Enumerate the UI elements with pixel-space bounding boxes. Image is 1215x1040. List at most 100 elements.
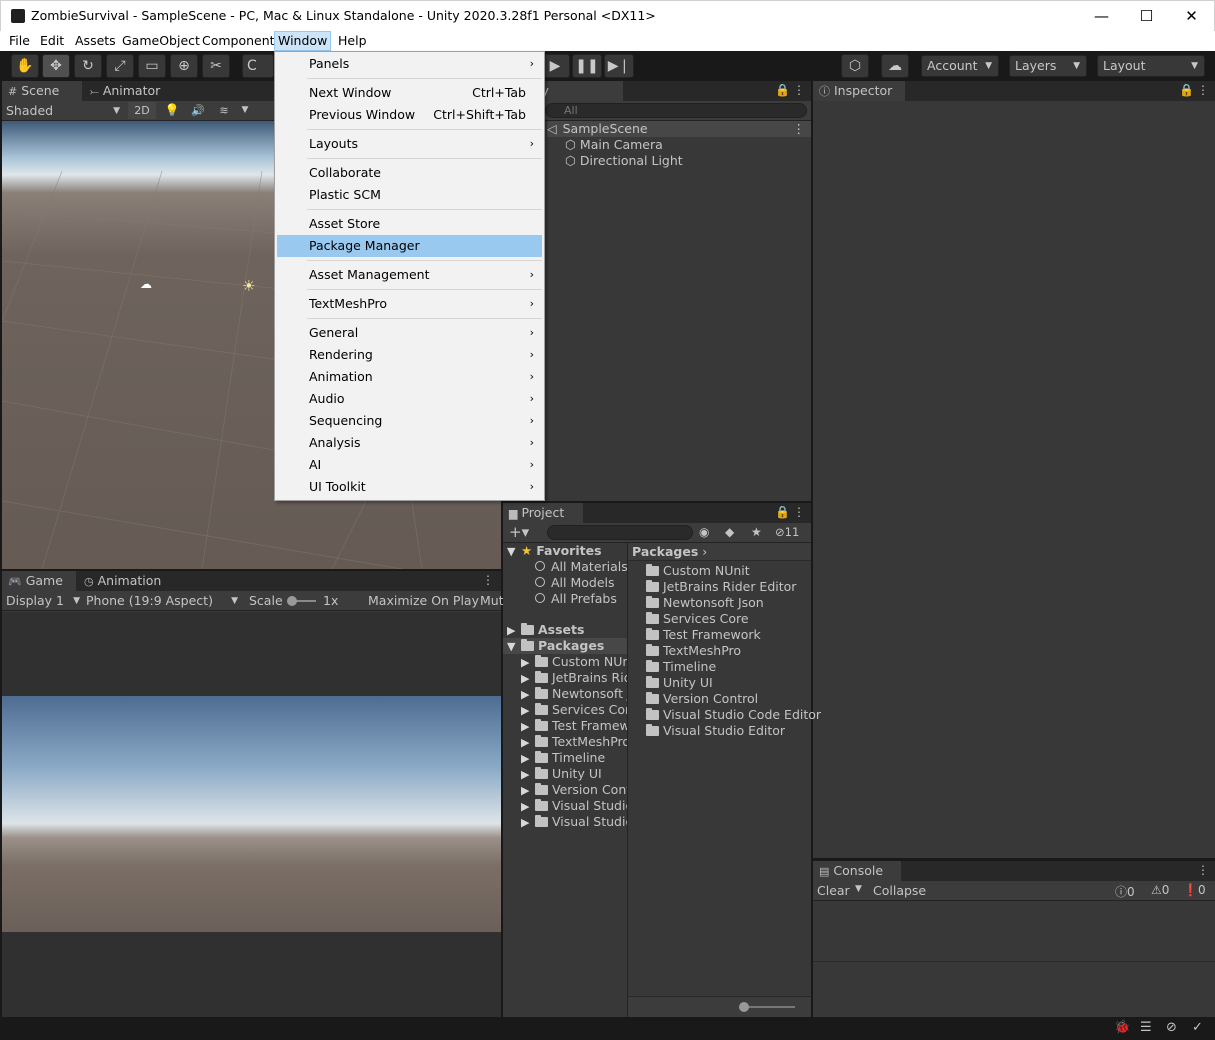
list-item[interactable]: All Prefabs: [535, 591, 617, 607]
lock-icon[interactable]: 🔒: [1179, 83, 1194, 97]
tab-animation[interactable]: ◷ Animation: [78, 571, 178, 591]
clear-button[interactable]: Clear: [817, 883, 850, 898]
lighting-icon[interactable]: 💡: [162, 102, 182, 119]
tab-inspector[interactable]: ⓘ Inspector: [813, 81, 905, 101]
step-button[interactable]: ▶❘: [604, 54, 634, 78]
menu-item-rendering[interactable]: Rendering ›: [277, 344, 542, 366]
search-by-type-icon[interactable]: ◉: [699, 525, 709, 539]
log-count-toggle[interactable]: ⓘ0: [1115, 883, 1135, 900]
custom-tool-icon[interactable]: ✂: [202, 54, 230, 78]
kebab-menu-icon[interactable]: ⋮: [1197, 83, 1209, 97]
icon-size-slider-thumb[interactable]: [739, 1002, 749, 1012]
maximize-button[interactable]: ☐: [1124, 1, 1169, 31]
menu-component[interactable]: Component: [199, 31, 278, 51]
add-asset-button[interactable]: +▾: [509, 523, 529, 541]
list-item[interactable]: Newtonsoft Json: [646, 595, 764, 611]
menu-window[interactable]: Window: [274, 31, 332, 51]
kebab-menu-icon[interactable]: ⋮: [793, 83, 805, 97]
aspect-dropdown[interactable]: Phone (19:9 Aspect) ▼: [86, 592, 240, 610]
2d-toggle[interactable]: 2D: [128, 102, 156, 119]
search-by-label-icon[interactable]: ◆: [725, 525, 734, 539]
kebab-menu-icon[interactable]: ⋮: [793, 505, 805, 519]
rect-tool-icon[interactable]: ▭: [138, 54, 166, 78]
hierarchy-search-input[interactable]: [545, 103, 807, 118]
menu-file[interactable]: File: [6, 31, 33, 51]
hierarchy-item[interactable]: ⬡ Main Camera: [565, 137, 663, 153]
hand-tool-icon[interactable]: ✋: [11, 54, 39, 78]
menu-item-audio[interactable]: Audio ›: [277, 388, 542, 410]
menu-item-panels[interactable]: Panels ›: [277, 53, 542, 75]
menu-help[interactable]: Help: [335, 31, 370, 51]
tab-project[interactable]: ▆ Project: [503, 503, 583, 523]
audio-icon[interactable]: 🔊: [188, 102, 208, 119]
tab-console[interactable]: ▤ Console: [813, 861, 901, 881]
effects-icon[interactable]: ≋: [214, 102, 234, 119]
cache-server-icon[interactable]: ☰: [1140, 1020, 1152, 1035]
chevron-down-icon[interactable]: ▼: [238, 102, 252, 119]
menu-item-layouts[interactable]: Layouts ›: [277, 133, 542, 155]
kebab-menu-icon[interactable]: ⋮: [1197, 863, 1209, 877]
list-item[interactable]: Timeline: [646, 659, 716, 675]
favorite-star-icon[interactable]: ★: [751, 525, 762, 539]
scene-root-row[interactable]: ◁ SampleScene ⋮: [547, 121, 811, 137]
list-item[interactable]: All Materials: [535, 559, 627, 575]
hidden-packages-toggle[interactable]: ⊘11: [775, 525, 799, 539]
list-item[interactable]: Visual Studio Editor: [646, 723, 785, 739]
menu-item-next-window[interactable]: Next Window Ctrl+Tab: [277, 82, 542, 104]
hierarchy-item[interactable]: ⬡ Directional Light: [565, 153, 683, 169]
assets-row[interactable]: ▶ Assets: [507, 622, 584, 638]
light-gizmo-icon[interactable]: ☀: [242, 277, 260, 295]
list-item[interactable]: Unity UI: [646, 675, 713, 691]
display-dropdown[interactable]: Display 1 ▼: [6, 592, 80, 610]
menu-item-plastic-scm[interactable]: Plastic SCM: [277, 184, 542, 206]
menu-item-analysis[interactable]: Analysis ›: [277, 432, 542, 454]
tree-item[interactable]: ▶ Visual Studio: [521, 814, 627, 830]
list-item[interactable]: Test Framework: [646, 627, 761, 643]
rotate-tool-icon[interactable]: ↻: [74, 54, 102, 78]
minimize-button[interactable]: —: [1079, 1, 1124, 31]
mute-audio-toggle[interactable]: Mut: [480, 593, 504, 608]
tree-item[interactable]: ▶ Newtonsoft J: [521, 686, 627, 702]
project-search-input[interactable]: [547, 525, 693, 540]
menu-assets[interactable]: Assets: [72, 31, 119, 51]
error-count-toggle[interactable]: ❗0: [1183, 883, 1206, 897]
tree-item[interactable]: ▶ Timeline: [521, 750, 605, 766]
layout-dropdown[interactable]: Layout ▼: [1097, 55, 1205, 77]
menu-item-general[interactable]: General ›: [277, 322, 542, 344]
tab-animator[interactable]: ⤚ Animator: [84, 81, 174, 101]
collapse-button[interactable]: Collapse: [873, 883, 926, 898]
bug-icon[interactable]: 🐞: [1114, 1020, 1130, 1035]
scale-tool-icon[interactable]: ⤢: [106, 54, 134, 78]
pause-button[interactable]: ❚❚: [572, 54, 602, 78]
list-item[interactable]: Version Control: [646, 691, 758, 707]
list-item[interactable]: Services Core: [646, 611, 749, 627]
auto-generate-lighting-icon[interactable]: ⊘: [1166, 1020, 1177, 1035]
progress-check-icon[interactable]: ✓: [1192, 1020, 1203, 1035]
tree-item[interactable]: ▶ TextMeshPro: [521, 734, 627, 750]
list-item[interactable]: TextMeshPro: [646, 643, 741, 659]
camera-gizmo-icon[interactable]: ☁: [140, 278, 154, 290]
breadcrumb[interactable]: Packages ›: [628, 543, 811, 561]
tree-item[interactable]: ▶ Test Framew: [521, 718, 627, 734]
console-splitter[interactable]: [813, 961, 1215, 962]
lock-icon[interactable]: 🔒: [775, 505, 790, 519]
tree-item[interactable]: ▶ Custom NUni: [521, 654, 627, 670]
menu-item-animation[interactable]: Animation ›: [277, 366, 542, 388]
list-item[interactable]: All Models: [535, 575, 615, 591]
menu-item-textmeshpro[interactable]: TextMeshPro ›: [277, 293, 542, 315]
kebab-menu-icon[interactable]: ⋮: [482, 573, 494, 587]
tab-scene[interactable]: # Scene: [2, 81, 82, 101]
menu-item-ui-toolkit[interactable]: UI Toolkit ›: [277, 476, 542, 498]
chevron-down-icon[interactable]: ▼: [855, 884, 862, 894]
list-item[interactable]: JetBrains Rider Editor: [646, 579, 796, 595]
menu-item-asset-store[interactable]: Asset Store: [277, 213, 542, 235]
pivot-toggle[interactable]: C: [242, 54, 274, 78]
favorites-row[interactable]: ▼ ★ Favorites: [507, 543, 602, 559]
tab-game[interactable]: 🎮 Game: [2, 571, 76, 591]
menu-gameobject[interactable]: GameObject: [119, 31, 203, 51]
tree-item[interactable]: ▶ JetBrains Rid: [521, 670, 627, 686]
scale-slider-thumb[interactable]: [287, 596, 297, 606]
menu-item-package-manager[interactable]: Package Manager: [277, 235, 542, 257]
collab-icon[interactable]: ⬡: [841, 54, 869, 78]
move-tool-icon[interactable]: ✥: [42, 54, 70, 78]
